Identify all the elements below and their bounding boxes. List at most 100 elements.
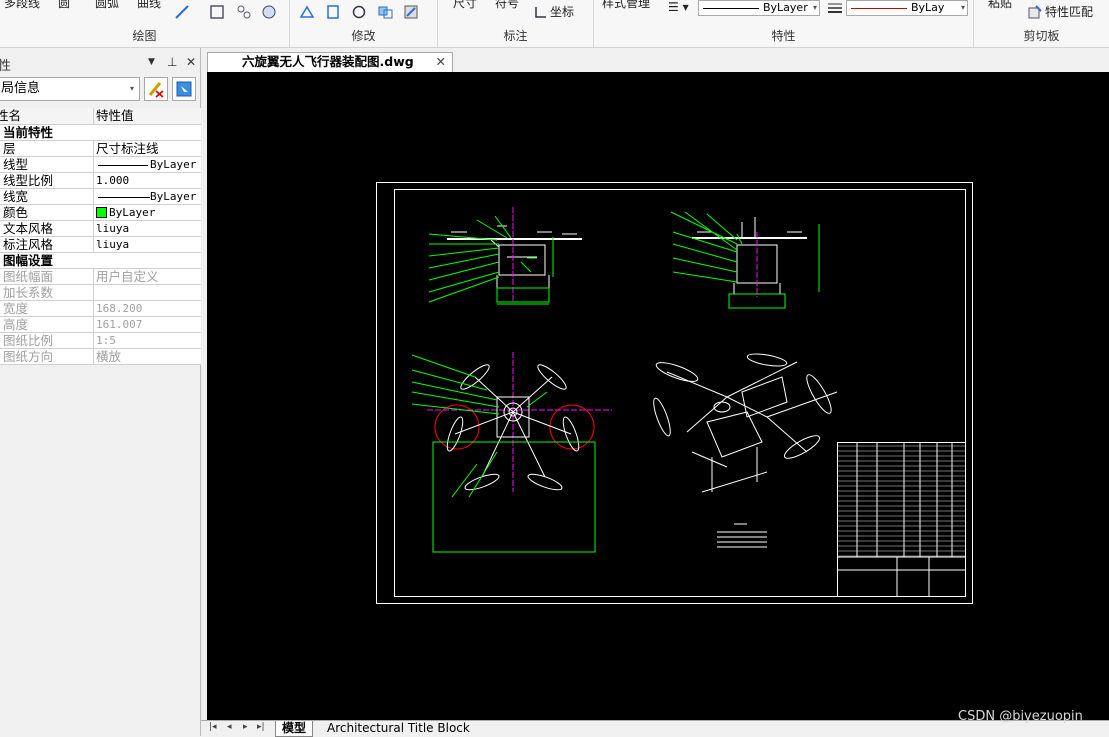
section-title: 图幅设置 bbox=[3, 253, 54, 268]
property-row-width: 宽度 168.200 bbox=[0, 301, 201, 317]
top-view bbox=[411, 352, 612, 553]
notes-block bbox=[717, 523, 767, 548]
ribbon-group-properties: 样式管理 ☰ ▾ ByLayer ▾ ByLay ▾ 特性 bbox=[594, 0, 974, 48]
side-view bbox=[670, 211, 820, 309]
ribbon-group-draw: 多段线 圆 圆弧 曲线 绘图 bbox=[0, 0, 290, 48]
ribbon-group-modify-title: 修改 bbox=[351, 29, 376, 43]
prev-tab-icon[interactable]: ◂ bbox=[227, 722, 232, 732]
list-icon[interactable]: ☰ ▾ bbox=[668, 0, 689, 14]
property-value: 161.007 bbox=[96, 318, 143, 331]
selection-dropdown[interactable]: 局信息 ▾ bbox=[0, 77, 140, 101]
copy-icon[interactable] bbox=[324, 3, 342, 21]
watermark: CSDN @biyezuopin bbox=[958, 709, 1083, 724]
isometric-view bbox=[653, 353, 838, 493]
property-value: liuya bbox=[96, 222, 130, 235]
property-value: 尺寸标注线 bbox=[96, 141, 159, 156]
edit-icon[interactable] bbox=[402, 3, 420, 21]
property-row-sheet-scale: 图纸比例 1:5 bbox=[0, 333, 201, 349]
property-row-linetype[interactable]: 线型 ByLayer bbox=[0, 157, 201, 173]
property-value: 横放 bbox=[96, 349, 122, 364]
linetype-preview bbox=[98, 165, 148, 166]
style-manager-button[interactable]: 样式管理 bbox=[602, 0, 650, 11]
property-value: 用户自定义 bbox=[96, 269, 159, 284]
curve-button[interactable]: 曲线 bbox=[137, 0, 161, 11]
properties-panel-header: 性 ▼ ⊥ ✕ bbox=[0, 52, 201, 74]
circle-button[interactable]: 圆 bbox=[58, 0, 70, 11]
quick-select-button[interactable] bbox=[172, 77, 196, 101]
ribbon-group-dimension-title: 标注 bbox=[503, 29, 528, 43]
ribbon-group-dimension: 尺寸 符号 坐标 标注 bbox=[438, 0, 594, 48]
toggle-pickadd-button[interactable] bbox=[144, 77, 168, 101]
selection-value: 局信息 bbox=[1, 81, 41, 96]
properties-panel: 性 ▼ ⊥ ✕ 局信息 ▾ 性名 特性值 当前特性 层 尺寸标注线 线型 ByL… bbox=[0, 48, 201, 736]
selection-row: 局信息 ▾ bbox=[0, 77, 201, 103]
properties-table-header: 性名 特性值 bbox=[0, 108, 201, 125]
property-value: 168.200 bbox=[96, 302, 143, 315]
last-tab-icon[interactable]: ▸| bbox=[257, 722, 265, 732]
property-row-layer[interactable]: 层 尺寸标注线 bbox=[0, 141, 201, 157]
linetype-combo[interactable]: ByLayer ▾ bbox=[698, 0, 820, 16]
property-row-lineweight[interactable]: 线宽 ByLayer bbox=[0, 189, 201, 205]
lineweight-icon bbox=[826, 0, 844, 18]
ribbon-group-clipboard-title: 剪切板 bbox=[1023, 29, 1060, 43]
drawing-svg bbox=[376, 182, 973, 604]
quick-select-icon bbox=[176, 81, 192, 97]
next-tab-icon[interactable]: ▸ bbox=[243, 722, 248, 732]
property-value: ByLayer bbox=[150, 158, 197, 171]
pattern-icon[interactable] bbox=[235, 3, 253, 21]
panel-pin-icon[interactable]: ⊥ bbox=[167, 55, 177, 69]
property-row-color[interactable]: 颜色 ByLayer bbox=[0, 205, 201, 221]
linetype-value: ByLayer bbox=[763, 1, 808, 14]
property-row-height: 高度 161.007 bbox=[0, 317, 201, 333]
paste-button[interactable]: 粘贴 bbox=[988, 0, 1012, 11]
lineweight-combo[interactable]: ByLay ▾ bbox=[846, 0, 968, 16]
document-tab-label: 六旋翼无人飞行器装配图.dwg bbox=[242, 54, 414, 69]
property-value: ByLayer bbox=[109, 206, 156, 219]
property-value: ByLayer bbox=[150, 190, 197, 203]
section-current-properties[interactable]: 当前特性 bbox=[0, 125, 201, 141]
column-header-value: 特性值 bbox=[96, 108, 134, 123]
array-icon[interactable] bbox=[376, 3, 394, 21]
match-properties-icon bbox=[1026, 3, 1044, 21]
panel-close-icon[interactable]: ✕ bbox=[186, 55, 196, 69]
first-tab-icon[interactable]: |◂ bbox=[209, 722, 217, 732]
ribbon-group-clipboard: 粘贴 特性匹配 剪切板 bbox=[974, 0, 1109, 48]
match-properties-button[interactable]: 特性匹配 bbox=[1045, 3, 1093, 20]
pickadd-icon bbox=[148, 82, 164, 98]
column-header-name: 性名 bbox=[0, 108, 22, 123]
rectangle-icon[interactable] bbox=[208, 3, 226, 21]
document-tab-strip: 六旋翼无人飞行器装配图.dwg ✕ bbox=[201, 50, 1109, 72]
arc-button[interactable]: 圆弧 bbox=[95, 0, 119, 11]
property-value: 1.000 bbox=[96, 174, 130, 187]
property-value: liuya bbox=[96, 238, 130, 251]
hatch-icon[interactable] bbox=[260, 3, 278, 21]
lineweight-preview bbox=[98, 197, 150, 198]
polyline-button[interactable]: 多段线 bbox=[4, 0, 40, 11]
coordinate-icon bbox=[532, 3, 550, 21]
line-icon[interactable] bbox=[173, 3, 191, 21]
tab-model[interactable]: 模型 bbox=[275, 721, 314, 737]
property-row-sheet-size: 图纸幅面 用户自定义 bbox=[0, 269, 201, 285]
property-row-text-style[interactable]: 文本风格 liuya bbox=[0, 221, 201, 237]
property-row-extension-factor: 加长系数 bbox=[0, 285, 201, 301]
section-sheet-settings[interactable]: 图幅设置 bbox=[0, 253, 201, 269]
lineweight-value: ByLay bbox=[911, 1, 945, 14]
color-swatch bbox=[96, 207, 107, 218]
coordinate-button[interactable]: 坐标 bbox=[550, 3, 574, 20]
ribbon-group-properties-title: 特性 bbox=[771, 29, 796, 43]
rotate-icon[interactable] bbox=[350, 3, 368, 21]
property-row-dim-style[interactable]: 标注风格 liuya bbox=[0, 237, 201, 253]
panel-menu-icon[interactable]: ▼ bbox=[148, 57, 155, 67]
property-value: 1:5 bbox=[96, 334, 116, 347]
tab-architectural-title-block[interactable]: Architectural Title Block bbox=[321, 721, 476, 737]
close-icon[interactable]: ✕ bbox=[436, 53, 446, 71]
property-row-linetype-scale[interactable]: 线型比例 1.000 bbox=[0, 173, 201, 189]
drawing-canvas[interactable] bbox=[207, 72, 1109, 720]
dimension-button[interactable]: 尺寸 bbox=[453, 0, 477, 11]
properties-panel-title: 性 bbox=[0, 59, 12, 74]
symbol-button[interactable]: 符号 bbox=[495, 0, 519, 11]
move-icon[interactable] bbox=[298, 3, 316, 21]
title-block bbox=[837, 442, 966, 597]
document-tab[interactable]: 六旋翼无人飞行器装配图.dwg ✕ bbox=[207, 52, 453, 72]
section-title: 当前特性 bbox=[3, 125, 54, 140]
